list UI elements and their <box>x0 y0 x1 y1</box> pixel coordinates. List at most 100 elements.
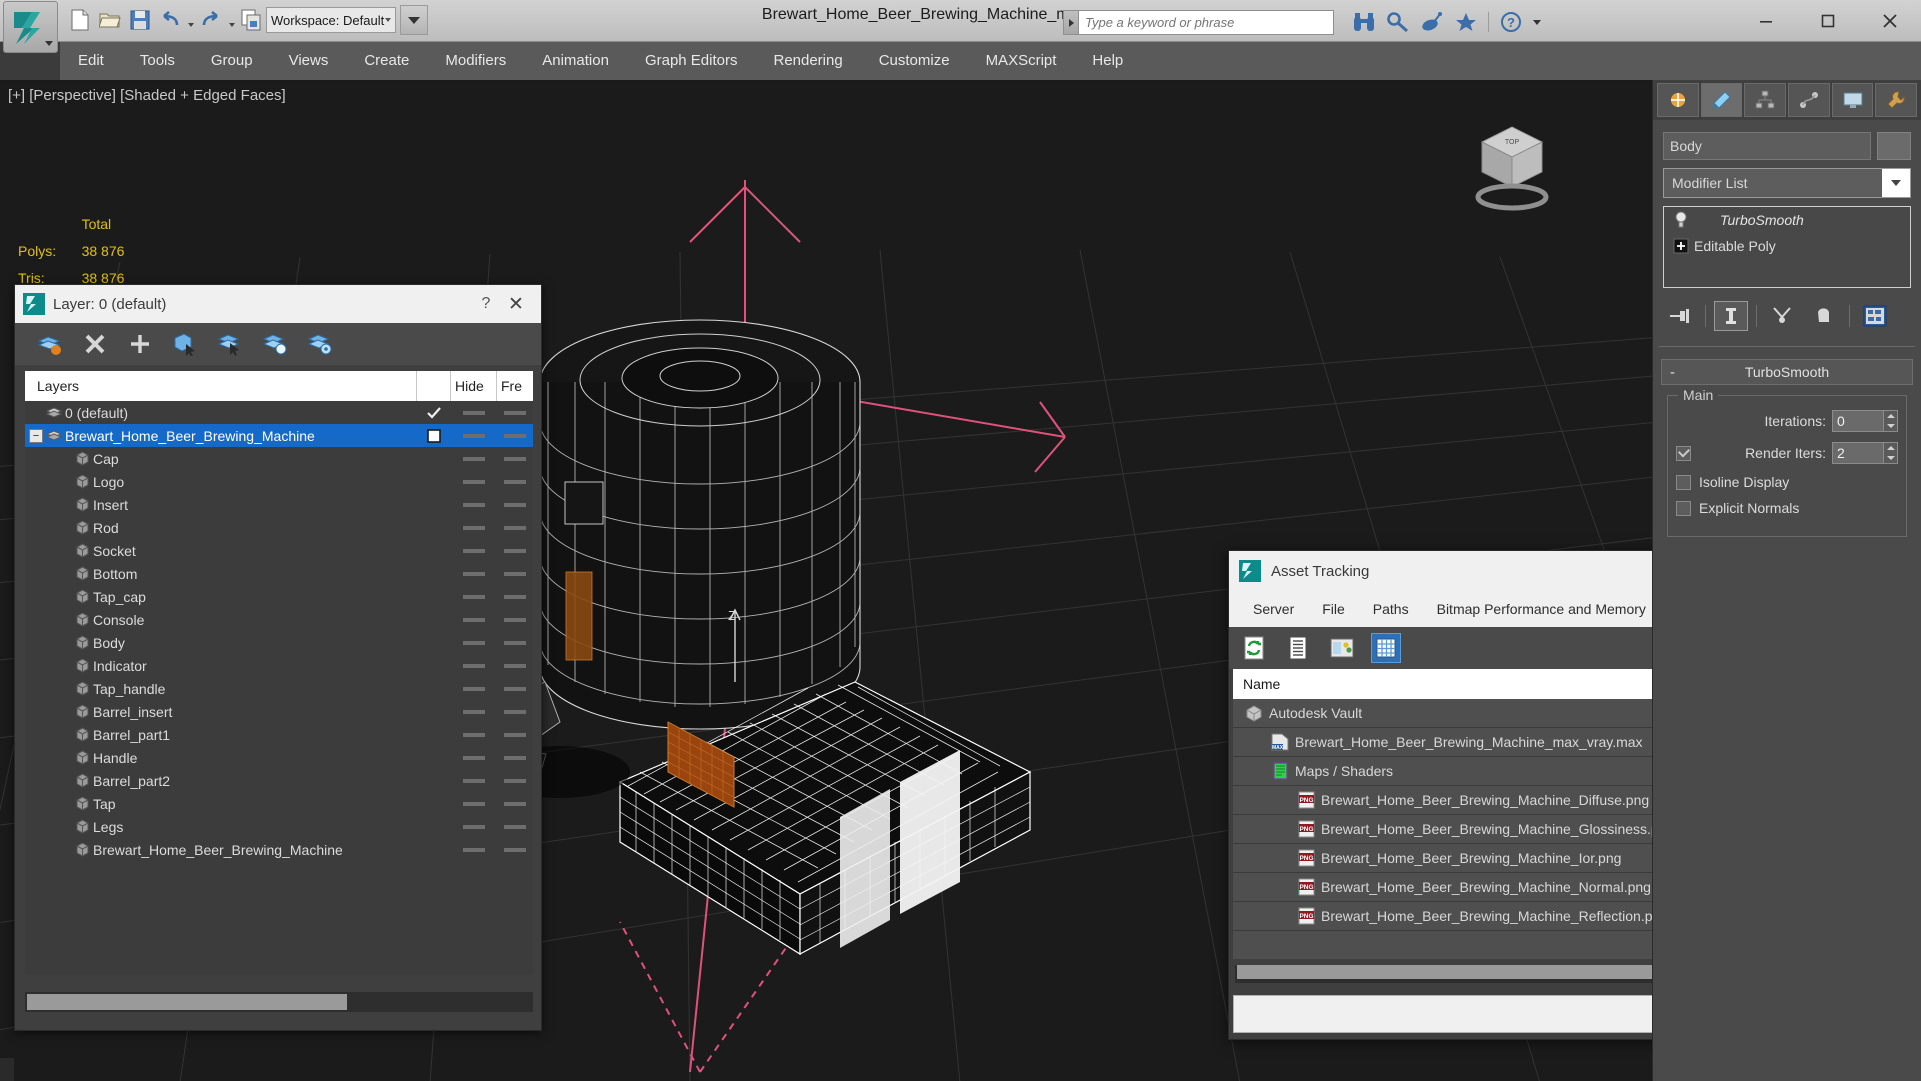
column-header-hide[interactable]: Hide <box>451 371 497 401</box>
hide-cell[interactable] <box>451 663 497 668</box>
layer-row[interactable]: Handle <box>25 746 533 769</box>
stack-item-turbosmooth[interactable]: TurboSmooth <box>1664 207 1910 233</box>
grid-view-icon[interactable] <box>1371 633 1401 663</box>
rollout-header[interactable]: - TurboSmooth <box>1661 359 1913 385</box>
hide-cell[interactable] <box>451 732 497 737</box>
remove-modifier-icon[interactable] <box>1807 301 1841 331</box>
freeze-cell[interactable] <box>497 502 533 507</box>
motion-tab[interactable] <box>1788 83 1830 117</box>
freeze-cell[interactable] <box>497 525 533 530</box>
menu-item-server[interactable]: Server <box>1239 591 1308 627</box>
hide-cell[interactable] <box>451 640 497 645</box>
add-layer-icon[interactable] <box>125 329 155 359</box>
delete-layer-icon[interactable] <box>80 329 110 359</box>
hide-cell[interactable] <box>451 801 497 806</box>
menu-item-views[interactable]: Views <box>271 42 347 80</box>
layer-row[interactable]: Legs <box>25 815 533 838</box>
menu-item-graph-editors[interactable]: Graph Editors <box>627 42 756 80</box>
hide-cell[interactable] <box>451 824 497 829</box>
freeze-cell[interactable] <box>497 801 533 806</box>
menu-item-group[interactable]: Group <box>193 42 271 80</box>
iterations-spinner[interactable] <box>1832 410 1898 432</box>
column-header-layers[interactable]: Layers <box>25 371 417 401</box>
hide-cell[interactable] <box>451 686 497 691</box>
workspace-selector[interactable]: Workspace: Default <box>266 7 396 33</box>
help-icon[interactable]: ? <box>473 295 499 313</box>
search-input[interactable] <box>1079 10 1334 35</box>
binoculars-icon[interactable] <box>1352 10 1376 34</box>
freeze-cell[interactable] <box>497 594 533 599</box>
search-box[interactable] <box>1063 10 1334 35</box>
save-file-icon[interactable] <box>126 5 154 35</box>
layer-row[interactable]: Barrel_insert <box>25 700 533 723</box>
3dsmax-app-button[interactable] <box>3 1 58 53</box>
menu-item-maxscript[interactable]: MAXScript <box>968 42 1075 80</box>
key-icon[interactable] <box>1386 10 1410 34</box>
help-dropdown-icon[interactable] <box>1533 19 1541 25</box>
layer-dialog-titlebar[interactable]: Layer: 0 (default) ? ✕ <box>15 285 541 323</box>
hide-cell[interactable] <box>451 502 497 507</box>
freeze-cell[interactable] <box>497 548 533 553</box>
hide-cell[interactable] <box>451 571 497 576</box>
freeze-cell[interactable] <box>497 410 533 415</box>
select-objects-in-layer-icon[interactable] <box>170 329 200 359</box>
new-file-icon[interactable] <box>66 5 94 35</box>
layer-row[interactable]: Socket <box>25 539 533 562</box>
layer-row[interactable]: Cap <box>25 447 533 470</box>
project-folder-icon[interactable] <box>238 5 266 35</box>
layer-list[interactable]: 0 (default) − Brewart_Home_Beer_Brewing_Ma… <box>25 401 533 975</box>
question-mark-icon[interactable]: ? <box>1499 10 1523 34</box>
redo-dropdown-icon[interactable] <box>227 5 236 35</box>
current-layer-cell[interactable] <box>417 406 451 420</box>
hide-cell[interactable] <box>451 525 497 530</box>
viewport-label[interactable]: [+] [Perspective] [Shaded + Edged Faces] <box>8 87 286 104</box>
highlight-selected-objects-icon[interactable] <box>260 329 290 359</box>
display-tab[interactable] <box>1831 83 1874 117</box>
layer-horizontal-scrollbar[interactable] <box>25 992 533 1012</box>
refresh-icon[interactable] <box>1239 633 1269 663</box>
explicit-normals-checkbox[interactable] <box>1676 500 1691 516</box>
menu-item-help[interactable]: Help <box>1074 42 1141 80</box>
layer-row[interactable]: Barrel_part2 <box>25 769 533 792</box>
star-icon[interactable] <box>1454 10 1478 34</box>
freeze-cell[interactable] <box>497 755 533 760</box>
layer-row[interactable]: − Brewart_Home_Beer_Brewing_Machine <box>25 424 533 447</box>
menu-item-rendering[interactable]: Rendering <box>755 42 860 80</box>
menu-item-paths[interactable]: Paths <box>1359 591 1423 627</box>
utilities-tab[interactable] <box>1875 83 1918 117</box>
freeze-cell[interactable] <box>497 640 533 645</box>
freeze-cell[interactable] <box>497 479 533 484</box>
freeze-cell[interactable] <box>497 456 533 461</box>
turbosmooth-rollout[interactable]: - TurboSmooth Main Iterations: Render It… <box>1661 359 1913 537</box>
stack-item-editable-poly[interactable]: Editable Poly <box>1664 233 1910 259</box>
create-new-layer-icon[interactable] <box>35 329 65 359</box>
hide-cell[interactable] <box>451 617 497 622</box>
redo-icon[interactable] <box>197 5 225 35</box>
menu-item-customize[interactable]: Customize <box>861 42 968 80</box>
search-expand-button[interactable] <box>1063 10 1079 35</box>
freeze-cell[interactable] <box>497 433 533 438</box>
hide-cell[interactable] <box>451 778 497 783</box>
layer-row[interactable]: Insert <box>25 493 533 516</box>
menu-item-edit[interactable]: Edit <box>60 42 122 80</box>
maximize-button[interactable] <box>1797 0 1859 42</box>
menu-item-tools[interactable]: Tools <box>122 42 193 80</box>
workspace-dropdown-button[interactable] <box>400 5 428 35</box>
show-end-result-icon[interactable] <box>1714 301 1748 331</box>
pin-stack-icon[interactable] <box>1663 301 1697 331</box>
layer-row[interactable]: Tap_cap <box>25 585 533 608</box>
undo-icon[interactable] <box>156 5 184 35</box>
render-iters-checkbox[interactable] <box>1676 445 1691 461</box>
select-highlighted-objects-icon[interactable] <box>215 329 245 359</box>
hide-cell[interactable] <box>451 847 497 852</box>
undo-dropdown-icon[interactable] <box>186 5 195 35</box>
chevron-down-icon[interactable] <box>1882 169 1910 197</box>
layer-row[interactable]: Logo <box>25 470 533 493</box>
layer-row[interactable]: Rod <box>25 516 533 539</box>
minimize-button[interactable] <box>1735 0 1797 42</box>
layer-properties-icon[interactable] <box>305 329 335 359</box>
hide-cell[interactable] <box>451 433 497 438</box>
create-tab[interactable] <box>1657 83 1699 117</box>
layer-row[interactable]: Tap <box>25 792 533 815</box>
hide-cell[interactable] <box>451 594 497 599</box>
